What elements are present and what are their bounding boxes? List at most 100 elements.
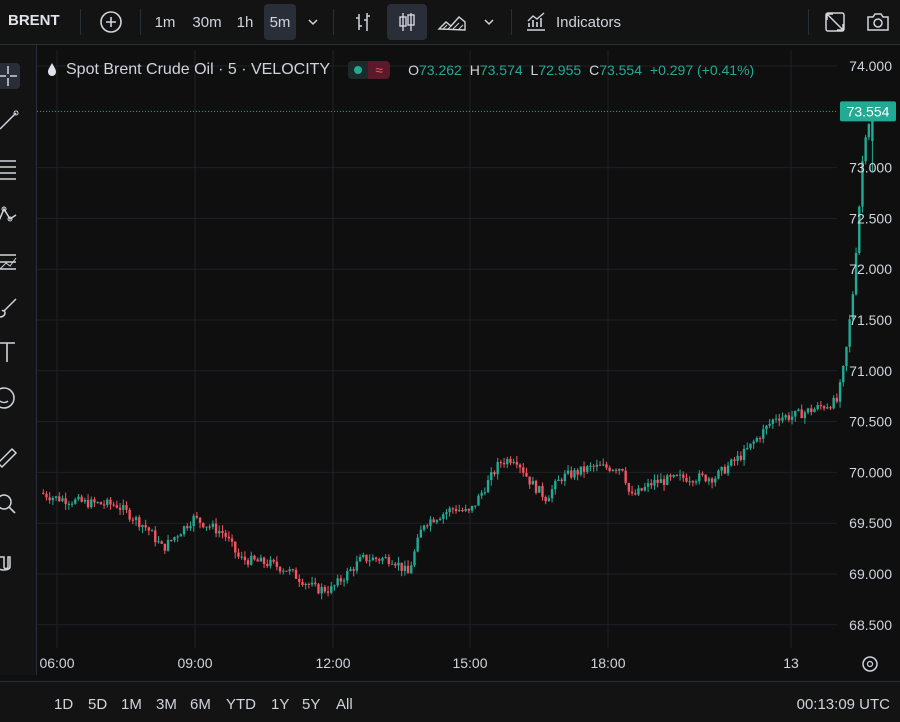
candle bbox=[662, 475, 666, 491]
candle bbox=[685, 473, 688, 483]
candle bbox=[406, 560, 410, 574]
candle bbox=[429, 516, 432, 532]
candle bbox=[403, 560, 407, 576]
time-tick-label: 06:00 bbox=[39, 655, 74, 671]
candle bbox=[410, 561, 413, 574]
candle bbox=[170, 539, 173, 542]
candle bbox=[182, 525, 186, 537]
price-tick-label: 68.500 bbox=[849, 617, 892, 633]
status-pills[interactable]: ≈ bbox=[348, 61, 391, 79]
candle bbox=[253, 554, 256, 561]
candle bbox=[800, 404, 803, 419]
price-tick-label: 69.000 bbox=[849, 566, 892, 582]
candle bbox=[374, 556, 378, 563]
candle bbox=[198, 517, 202, 529]
candle bbox=[378, 557, 381, 564]
candle bbox=[515, 455, 519, 469]
candle bbox=[154, 526, 157, 547]
data-wave-icon: ≈ bbox=[368, 61, 391, 79]
range-ytd-button[interactable]: YTD bbox=[226, 696, 256, 713]
price-axis[interactable]: 74.000 73.000 72.500 72.000 71.500 71.000 70.5… bbox=[840, 58, 896, 633]
high-value: 73.574 bbox=[479, 62, 523, 78]
ohlc-values: O73.262 H73.574 L72.955 C73.554 +0.297 (… bbox=[408, 62, 755, 78]
candle bbox=[566, 465, 570, 476]
candle bbox=[458, 504, 461, 512]
candle bbox=[480, 490, 483, 500]
range-1y-button[interactable]: 1Y bbox=[271, 696, 289, 713]
candle bbox=[518, 463, 522, 474]
range-5y-button[interactable]: 5Y bbox=[302, 696, 320, 713]
candle bbox=[291, 568, 295, 573]
candle bbox=[195, 511, 199, 520]
candle bbox=[784, 413, 787, 421]
candle bbox=[317, 582, 320, 595]
candle bbox=[74, 497, 77, 505]
candle bbox=[102, 500, 106, 509]
candle bbox=[778, 413, 781, 427]
time-tick-label: 15:00 bbox=[452, 655, 487, 671]
candle bbox=[771, 418, 775, 430]
axis-settings-icon[interactable] bbox=[862, 656, 878, 672]
candle bbox=[384, 554, 387, 559]
candle bbox=[573, 468, 576, 480]
candle bbox=[710, 477, 714, 489]
price-tick-label: 74.000 bbox=[849, 58, 892, 74]
candle bbox=[618, 468, 621, 475]
candle bbox=[579, 466, 583, 477]
candle bbox=[109, 496, 112, 510]
candle bbox=[58, 492, 61, 503]
candle bbox=[67, 501, 71, 510]
candle bbox=[240, 551, 243, 560]
candle bbox=[141, 524, 144, 534]
candle bbox=[48, 492, 51, 504]
candle bbox=[381, 556, 384, 565]
candle bbox=[605, 461, 608, 470]
range-5d-button[interactable]: 5D bbox=[88, 696, 107, 713]
candle bbox=[570, 466, 573, 480]
candle bbox=[755, 436, 759, 443]
candle bbox=[362, 552, 365, 559]
candle bbox=[691, 479, 695, 487]
candle bbox=[326, 585, 330, 597]
candle bbox=[208, 524, 211, 531]
range-6m-button[interactable]: 6M bbox=[190, 696, 211, 713]
candle bbox=[582, 461, 586, 478]
range-all-button[interactable]: All bbox=[336, 696, 353, 713]
candle bbox=[762, 424, 765, 444]
candle bbox=[461, 507, 464, 513]
candle bbox=[867, 123, 871, 141]
candle bbox=[602, 458, 605, 467]
candle bbox=[832, 395, 835, 410]
candle bbox=[173, 536, 176, 543]
candle bbox=[496, 457, 499, 480]
candle bbox=[630, 485, 634, 496]
candle bbox=[550, 484, 554, 503]
candle bbox=[230, 534, 234, 547]
chart-title[interactable]: Spot Brent Crude Oil · 5 · VELOCITY bbox=[66, 61, 330, 79]
candle bbox=[493, 470, 496, 477]
candle bbox=[531, 476, 535, 485]
candle bbox=[810, 404, 813, 416]
range-3m-button[interactable]: 3M bbox=[156, 696, 177, 713]
price-chart[interactable]: 74.000 73.000 72.500 72.000 71.500 71.000 70.5… bbox=[0, 0, 900, 721]
range-1d-button[interactable]: 1D bbox=[54, 696, 73, 713]
utc-clock[interactable]: 00:13:09 UTC bbox=[797, 696, 890, 713]
candle bbox=[256, 557, 259, 562]
candle bbox=[426, 523, 429, 529]
candle bbox=[707, 476, 711, 485]
candle bbox=[333, 584, 336, 591]
candle bbox=[285, 570, 288, 572]
candle bbox=[688, 476, 691, 486]
candle bbox=[678, 469, 682, 481]
candle bbox=[160, 540, 163, 545]
candle bbox=[250, 551, 253, 566]
time-axis[interactable]: 06:00 09:00 12:00 15:00 18:00 13 bbox=[39, 655, 878, 672]
candle bbox=[643, 482, 647, 492]
candle bbox=[227, 531, 231, 542]
range-1m-button[interactable]: 1M bbox=[121, 696, 142, 713]
candle bbox=[365, 554, 368, 564]
candle bbox=[589, 462, 592, 472]
chart-grid bbox=[37, 50, 837, 648]
candle bbox=[522, 463, 525, 477]
candle bbox=[608, 465, 611, 473]
